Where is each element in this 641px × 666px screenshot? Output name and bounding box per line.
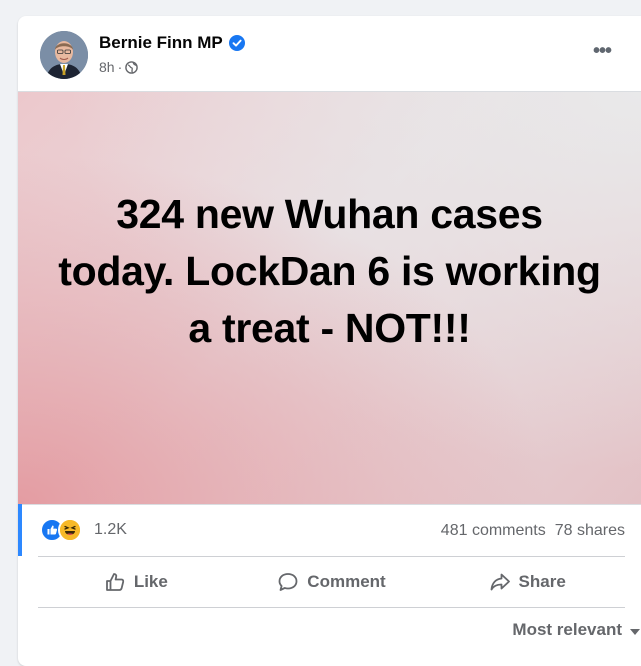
- post-image[interactable]: 324 new Wuhan cases today. LockDan 6 is …: [18, 91, 641, 505]
- stats-divider: [38, 556, 625, 557]
- post-image-text: 324 new Wuhan cases today. LockDan 6 is …: [58, 191, 601, 351]
- shares-count[interactable]: 78 shares: [555, 522, 625, 540]
- engagement-counts: 481 comments 78 shares: [441, 522, 625, 540]
- reaction-count[interactable]: 1.2K: [94, 521, 127, 539]
- post-header: Bernie Finn MP 8h · •••: [18, 16, 641, 91]
- comment-button[interactable]: Comment: [234, 558, 430, 606]
- post-stats: 1.2K 481 comments 78 shares: [18, 504, 641, 556]
- comments-count[interactable]: 481 comments: [441, 522, 546, 540]
- share-button[interactable]: Share: [429, 558, 625, 606]
- caret-down-icon: [630, 628, 640, 635]
- author-name[interactable]: Bernie Finn MP: [99, 33, 245, 53]
- comments-sort-dropdown[interactable]: Most relevant: [512, 620, 640, 640]
- actions-divider: [38, 607, 625, 608]
- author-name-text[interactable]: Bernie Finn MP: [99, 33, 223, 53]
- more-options-icon[interactable]: •••: [584, 38, 620, 64]
- author-avatar[interactable]: [40, 31, 88, 79]
- share-label: Share: [518, 572, 566, 591]
- verified-badge-icon: [228, 35, 245, 51]
- haha-reaction-icon: [58, 518, 82, 542]
- sort-label: Most relevant: [512, 620, 622, 639]
- share-arrow-icon: [490, 573, 510, 591]
- like-label: Like: [133, 572, 168, 591]
- meta-separator: ·: [117, 59, 123, 75]
- focus-accent-bar: [18, 504, 22, 556]
- post-time[interactable]: 8h: [99, 59, 115, 75]
- post-meta: 8h ·: [99, 59, 139, 75]
- globe-icon[interactable]: [125, 60, 139, 74]
- thumbs-up-icon: [105, 573, 124, 591]
- like-button[interactable]: Like: [38, 558, 234, 606]
- speech-bubble-icon: [278, 573, 298, 591]
- comment-label: Comment: [307, 572, 386, 591]
- reactions-summary[interactable]: 1.2K: [40, 518, 127, 542]
- post-card: Bernie Finn MP 8h · ••• 324 new Wuhan ca…: [18, 16, 641, 666]
- post-actions: Like Comment Share: [38, 558, 625, 606]
